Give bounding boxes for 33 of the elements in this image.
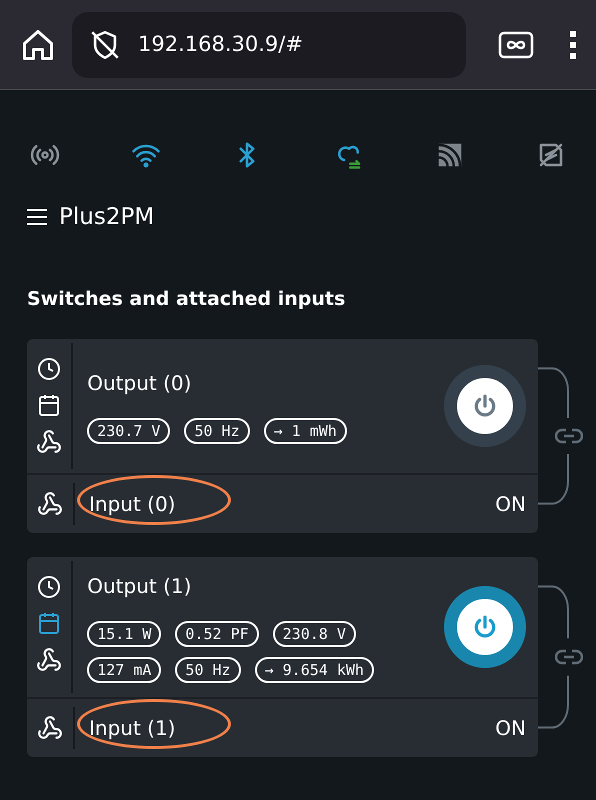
url-text: 192.168.30.9/# [138, 30, 303, 58]
device-title: Plus2PM [59, 203, 154, 232]
menu-icon[interactable] [27, 208, 47, 226]
clock-icon[interactable] [37, 357, 62, 381]
reading-pill: 0.52 PF [175, 621, 259, 647]
input-state: ON [495, 491, 527, 518]
menu-icon[interactable] [570, 30, 576, 58]
webhook-icon[interactable] [36, 429, 62, 455]
webhook-icon[interactable] [37, 491, 63, 517]
input-label: Input (0) [89, 492, 176, 516]
reading-pill: 15.1 W [87, 621, 162, 647]
reading-pill: 127 mA [87, 657, 162, 683]
reading-pill: → 1 mWh [264, 418, 347, 444]
reading-pill: 230.7 V [87, 418, 170, 444]
infinity-icon[interactable] [498, 30, 534, 58]
calendar-icon[interactable] [37, 393, 62, 417]
output-label: Output (1) [87, 573, 192, 600]
power-icon [472, 614, 498, 640]
clock-icon[interactable] [37, 575, 62, 599]
webhook-icon[interactable] [36, 647, 62, 673]
webhook-icon[interactable] [37, 715, 63, 741]
input-state: ON [495, 715, 527, 742]
input-label: Input (1) [89, 716, 176, 740]
reading-pill: → 9.654 kWh [254, 657, 374, 683]
section-heading: Switches and attached inputs [26, 286, 346, 312]
address-bar[interactable]: 192.168.30.9/# [72, 12, 466, 78]
reading-pill: 230.8 V [272, 621, 356, 647]
output-label: Output (0) [87, 370, 192, 397]
link-icon[interactable] [555, 648, 583, 666]
reading-pill: 50 Hz [175, 657, 241, 683]
reading-pill: 50 Hz [184, 418, 250, 444]
link-icon[interactable] [555, 427, 583, 445]
power-icon [472, 393, 498, 419]
